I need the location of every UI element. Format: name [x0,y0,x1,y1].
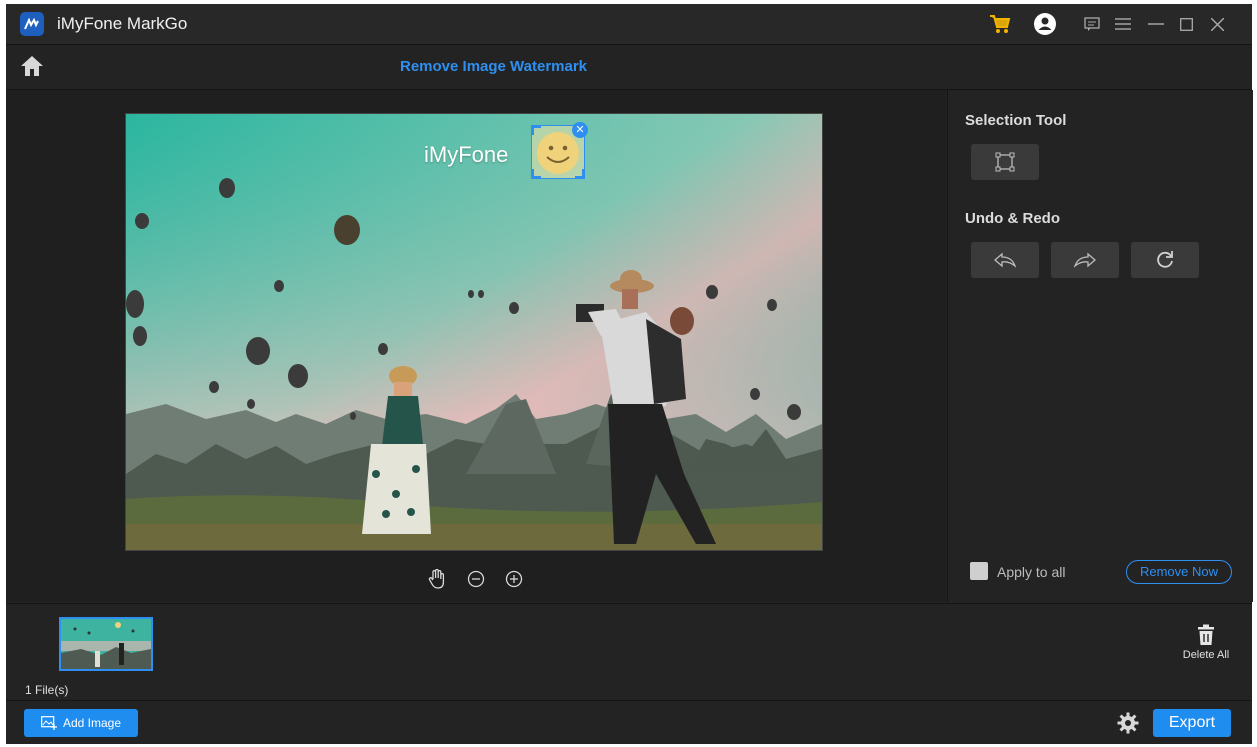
delete-all-button[interactable]: Delete All [1178,624,1234,664]
zoom-tools [426,568,536,590]
redo-icon [1074,252,1096,268]
gear-icon[interactable] [1117,712,1139,734]
apply-to-all-checkbox[interactable] [970,562,988,580]
export-button[interactable]: Export [1153,709,1231,737]
zoom-in-icon[interactable] [503,568,525,590]
undo-button[interactable] [971,242,1039,278]
delete-all-label: Delete All [1182,649,1230,661]
account-icon[interactable] [1034,13,1056,35]
rectangle-select-icon [995,152,1015,172]
reset-icon [1157,251,1173,268]
add-image-label: Add Image [62,716,122,730]
undo-redo-title: Undo & Redo [965,210,1060,227]
add-image-button[interactable]: Add Image [24,709,138,737]
app-window: iMyFone MarkGo Remove Image Watermark iM… [6,4,1253,744]
feedback-icon[interactable] [1081,14,1103,34]
selection-tool-title: Selection Tool [965,112,1067,129]
toolbar: Remove Image Watermark [6,45,1252,90]
watermark-text: iMyFone [424,142,509,167]
redo-button[interactable] [1051,242,1119,278]
bottom-bar: Add Image Export [6,700,1252,744]
file-count: 1 File(s) [25,683,69,697]
rectangle-select-button[interactable] [971,144,1039,180]
minimize-icon[interactable] [1145,14,1167,34]
hand-icon[interactable] [426,568,448,590]
zoom-out-icon[interactable] [465,568,487,590]
remove-now-button[interactable]: Remove Now [1126,560,1232,584]
file-thumbnail[interactable] [59,617,153,671]
maximize-icon[interactable] [1175,14,1197,34]
undo-icon [994,252,1016,268]
reset-button[interactable] [1131,242,1199,278]
apply-to-all-label: Apply to all [997,564,1066,580]
remove-selection-icon[interactable]: ✕ [572,122,588,138]
selection-box[interactable]: ✕ [531,122,588,179]
right-panel: Selection Tool Undo & Redo Apply to all … [947,90,1253,602]
close-icon[interactable] [1206,14,1228,34]
app-title: iMyFone MarkGo [57,14,188,33]
canvas-area: iMyFone ✕ [6,90,946,602]
markgo-logo-icon [20,12,44,36]
add-image-icon [41,716,57,730]
title-bar: iMyFone MarkGo [6,4,1252,45]
page-title: Remove Image Watermark [400,58,588,75]
home-icon[interactable] [19,54,45,78]
file-strip: 1 File(s) Delete All [6,603,1252,700]
menu-icon[interactable] [1112,14,1134,34]
trash-icon [1198,624,1214,645]
cart-icon[interactable] [989,14,1011,34]
thumbnail-image [61,619,151,669]
balloons-photo [126,114,822,550]
image-preview[interactable]: iMyFone ✕ [125,113,823,551]
